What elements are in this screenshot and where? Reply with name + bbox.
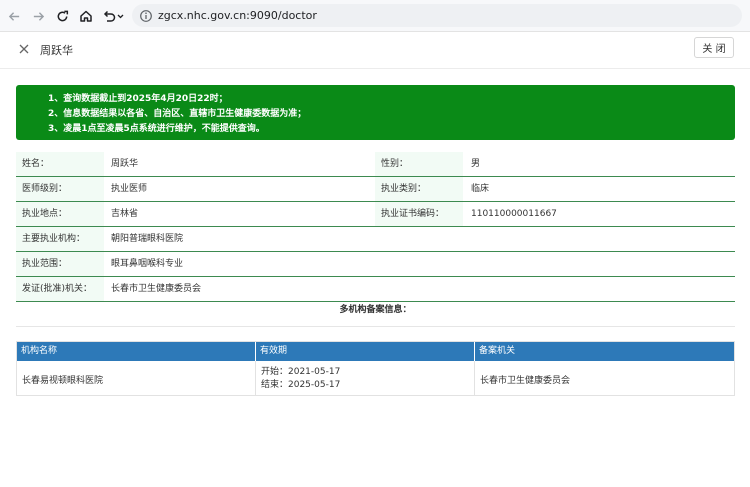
notice-line: 2、信息数据结果以各省、自治区、直辖市卫生健康委数据为准；: [48, 109, 307, 119]
agency-table-header: 机构名称 有效期 备案机关: [17, 342, 734, 361]
arrow-right-icon: [33, 11, 44, 21]
info-row-name: 姓名： 周跃华 性别： 男: [16, 152, 735, 177]
arrow-left-icon: [8, 11, 19, 21]
undo-dropdown-icon: [103, 10, 124, 22]
col-header-validity: 有效期: [255, 342, 474, 361]
agency-table: 机构名称 有效期 备案机关 长春易视顿眼科医院 开始：2021-05-17 结束…: [16, 341, 735, 396]
cell-institution: 长春易视顿眼科医院: [22, 376, 104, 386]
back-button[interactable]: [4, 6, 24, 26]
reload-button[interactable]: [52, 6, 72, 26]
validity-start: 开始：2021-05-17: [261, 367, 341, 377]
label-category: 执业类别：: [375, 177, 463, 201]
divider: [16, 326, 735, 327]
label-name: 姓名：: [16, 152, 104, 176]
label-scope: 执业范围：: [16, 252, 104, 276]
site-info-icon[interactable]: [139, 9, 153, 23]
table-row: 长春易视顿眼科医院 开始：2021-05-17 结束：2025-05-17 长春…: [17, 361, 734, 395]
info-row-location: 执业地点： 吉林省 执业证书编码： 110110000011667: [16, 202, 735, 227]
info-row-level: 医师级别： 执业医师 执业类别： 临床: [16, 177, 735, 202]
value-name: 周跃华: [111, 159, 139, 169]
address-bar[interactable]: zgcx.nhc.gov.cn:9090/doctor: [132, 4, 742, 27]
value-issuer: 长春市卫生健康委员会: [111, 284, 202, 294]
label-issuer: 发证(批准)机关：: [16, 277, 104, 301]
refresh-icon: [57, 10, 68, 21]
agency-section-title: 多机构备案信息：: [339, 305, 412, 315]
label-cert-number: 执业证书编码：: [375, 202, 463, 226]
label-institution: 主要执业机构：: [16, 227, 104, 251]
label-location: 执业地点：: [16, 202, 104, 226]
cell-authority: 长春市卫生健康委员会: [474, 361, 734, 395]
url-text[interactable]: zgcx.nhc.gov.cn:9090/doctor: [158, 9, 317, 22]
value-category: 临床: [471, 184, 490, 194]
col-header-institution: 机构名称: [21, 346, 58, 356]
notice-banner: 1、查询数据截止到2025年4月20日22时； 2、信息数据结果以各省、自治区、…: [16, 85, 735, 140]
value-cert-number: 110110000011667: [471, 209, 557, 219]
close-icon[interactable]: [17, 42, 31, 56]
browser-toolbar: zgcx.nhc.gov.cn:9090/doctor: [0, 0, 750, 32]
col-header-authority: 备案机关: [474, 342, 734, 361]
forward-button[interactable]: [28, 6, 48, 26]
value-institution: 朝阳普瑞眼科医院: [111, 234, 184, 244]
value-level: 执业医师: [111, 184, 148, 194]
value-location: 吉林省: [111, 209, 139, 219]
cell-validity: 开始：2021-05-17 结束：2025-05-17: [255, 361, 474, 395]
value-scope: 眼耳鼻咽喉科专业: [111, 259, 184, 269]
value-gender: 男: [471, 159, 481, 169]
notice-line: 3、凌晨1点至凌晨5点系统进行维护，不能提供查询。: [48, 124, 265, 134]
label-level: 医师级别：: [16, 177, 104, 201]
label-gender: 性别：: [375, 152, 463, 176]
home-button[interactable]: [76, 6, 96, 26]
dialog-title: 周跃华: [40, 44, 73, 57]
undo-history-button[interactable]: [100, 6, 126, 26]
close-button[interactable]: 关 闭: [694, 37, 734, 58]
doctor-info-table: 姓名： 周跃华 性别： 男 医师级别： 执业医师 执业类别： 临床 执业地点： …: [16, 152, 735, 302]
home-icon: [80, 10, 92, 22]
notice-line: 1、查询数据截止到2025年4月20日22时；: [48, 94, 228, 104]
dialog-header: 周跃华 关 闭: [0, 33, 750, 69]
info-row-issuer: 发证(批准)机关： 长春市卫生健康委员会: [16, 277, 735, 302]
validity-end: 结束：2025-05-17: [261, 380, 341, 390]
info-row-scope: 执业范围： 眼耳鼻咽喉科专业: [16, 252, 735, 277]
info-row-institution: 主要执业机构： 朝阳普瑞眼科医院: [16, 227, 735, 252]
